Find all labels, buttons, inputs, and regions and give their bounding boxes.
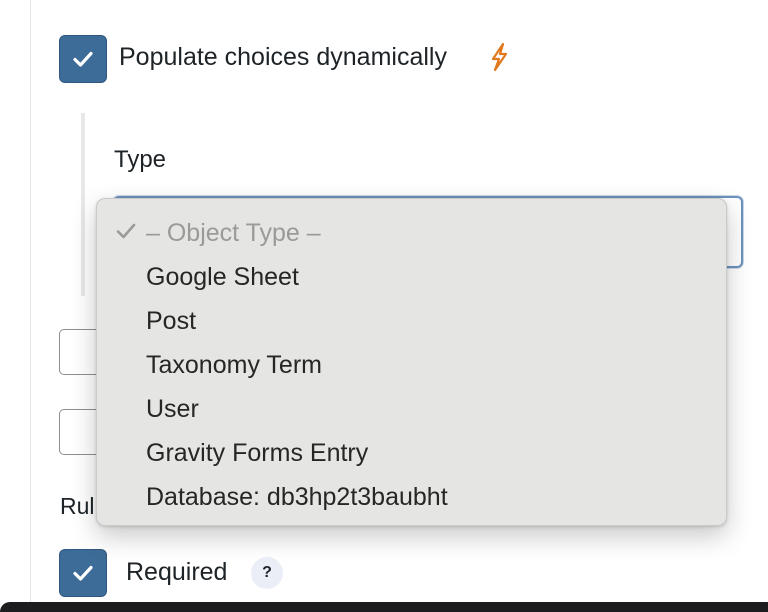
checkmark-icon — [73, 51, 93, 67]
dropdown-option-google-sheet[interactable]: Google Sheet — [146, 262, 299, 292]
checkmark-icon — [73, 565, 93, 581]
dropdown-option-post[interactable]: Post — [146, 306, 196, 336]
type-dropdown-menu: – Object Type – Google Sheet Post Taxono… — [96, 198, 727, 526]
dropdown-option-database[interactable]: Database: db3hp2t3baubht — [146, 482, 448, 512]
selected-checkmark-icon — [116, 223, 136, 239]
required-checkbox[interactable] — [59, 549, 107, 597]
required-label[interactable]: Required — [126, 557, 227, 587]
dropdown-option-user[interactable]: User — [146, 394, 199, 424]
left-sidebar-edge — [0, 0, 31, 612]
dropdown-option-taxonomy-term[interactable]: Taxonomy Term — [146, 350, 322, 380]
dropdown-option-gravity-forms-entry[interactable]: Gravity Forms Entry — [146, 438, 368, 468]
type-field-label: Type — [114, 146, 167, 173]
rules-label: Rul — [60, 493, 95, 519]
populate-dynamically-label[interactable]: Populate choices dynamically — [119, 42, 447, 72]
dropdown-option-placeholder[interactable]: – Object Type – — [146, 218, 321, 248]
indent-guide — [81, 113, 85, 296]
populate-dynamically-checkbox[interactable] — [59, 35, 107, 83]
lightning-bolt-icon — [491, 42, 508, 72]
window-bottom-edge — [0, 602, 768, 612]
help-icon[interactable]: ? — [251, 557, 283, 589]
